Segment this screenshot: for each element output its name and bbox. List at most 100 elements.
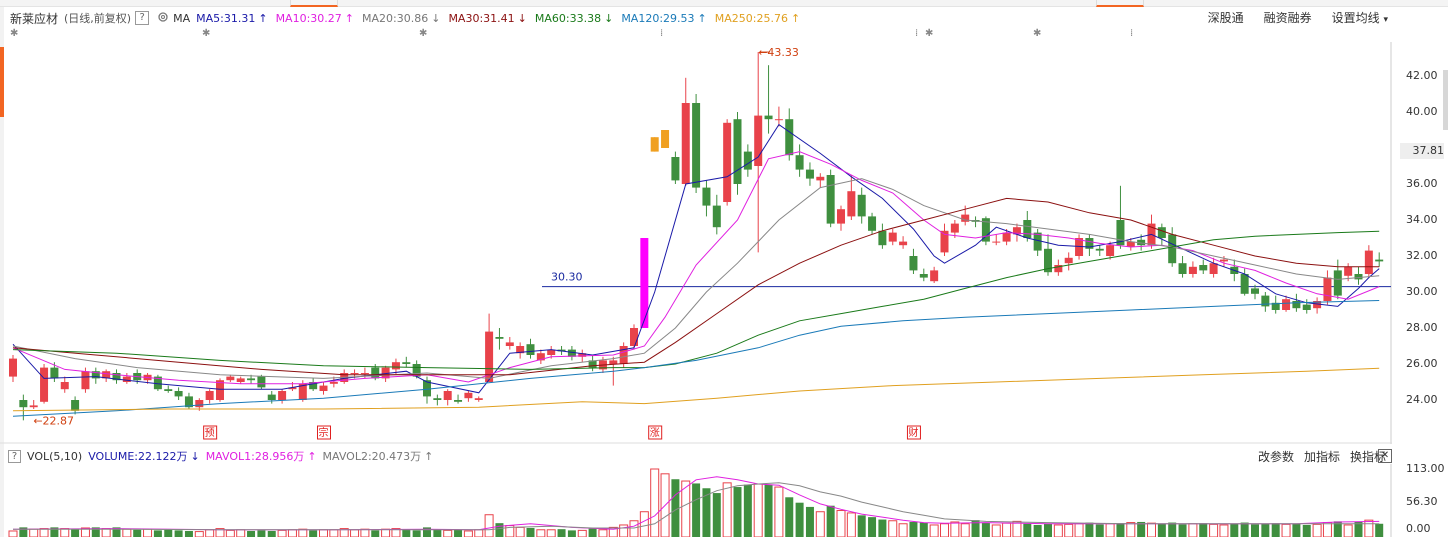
ma-line-ma20 — [12, 178, 1380, 379]
candle-body — [826, 175, 835, 224]
volume-header: ? VOL(5,10) VOLUME:22.122万 ↓ MAVOL1:28.9… — [8, 448, 433, 464]
candle-body — [1354, 274, 1363, 280]
mavol1-value: MAVOL1:28.956万 — [205, 450, 305, 463]
candle-body — [919, 274, 928, 278]
mavol2-value: MAVOL2:20.473万 — [322, 450, 422, 463]
volume-bar — [639, 511, 649, 537]
top-tab-indicator-right[interactable] — [1096, 0, 1144, 7]
candle-body — [712, 205, 721, 228]
candle-body — [888, 232, 897, 242]
candle-body — [81, 371, 90, 390]
volume-bar — [1126, 522, 1136, 537]
event-marker-1: 宗 — [319, 426, 329, 439]
candle-body — [671, 157, 680, 181]
price-axis-label: 28.00 — [1406, 321, 1438, 334]
candle-body — [278, 391, 287, 400]
candle-body — [1033, 232, 1042, 251]
candle-body — [267, 394, 276, 400]
high-price-label: ←43.33 — [758, 46, 799, 59]
event-marker-0: 预 — [205, 427, 215, 439]
add-indicator-button[interactable]: 加指标 — [1304, 448, 1340, 465]
volume-bar — [1033, 524, 1042, 537]
candlestick-chart[interactable]: 30.30 ←43.33 ←22.87 预 宗 涨 财 — [0, 42, 1392, 444]
change-params-button[interactable]: 改参数 — [1258, 448, 1294, 465]
volume-bar — [1375, 523, 1384, 537]
candle-body — [391, 362, 400, 370]
volume-bar — [546, 529, 556, 537]
stock-name: 新莱应材 — [10, 11, 59, 26]
event-dots-icon[interactable]: ⁞ — [915, 28, 918, 39]
toolbar-ma-settings[interactable]: 设置均线 ▾ — [1332, 9, 1388, 26]
event-dots-icon[interactable]: ⁞ — [660, 28, 663, 39]
volume-bar — [1240, 522, 1249, 537]
volume-bar — [1364, 519, 1374, 537]
volume-bar — [1095, 524, 1104, 537]
event-dots-icon[interactable]: ⁞ — [1130, 28, 1133, 39]
volume-bar — [836, 510, 846, 537]
volume-bar — [60, 528, 70, 537]
volume-tools: 改参数 加指标 换指标 — [1258, 448, 1386, 465]
volume-axis-label: 113.00 — [1406, 462, 1445, 475]
ma-arrow-icon: ↓ — [431, 11, 441, 25]
volume-bar — [1199, 523, 1208, 537]
volume-bar — [225, 529, 235, 537]
ma-value-6: MA250:25.76 — [714, 11, 788, 25]
volume-bar — [878, 519, 887, 537]
ma-label: MA — [173, 11, 191, 25]
candle-body — [247, 378, 256, 381]
event-star-icon[interactable]: ✱ — [925, 28, 933, 39]
candle-body — [1209, 263, 1218, 274]
volume-bar — [712, 493, 721, 537]
candle-body — [205, 391, 214, 400]
volume-bar — [722, 482, 732, 537]
candle-body — [816, 176, 825, 181]
ma-arrow-icon: ↑ — [344, 11, 354, 25]
candle-body — [640, 238, 649, 328]
volume-bar — [329, 529, 339, 537]
volume-bar — [463, 530, 473, 537]
top-tab-indicator[interactable] — [290, 0, 338, 7]
volume-help-icon[interactable]: ? — [8, 449, 21, 463]
volume-bar — [1281, 523, 1291, 537]
help-icon[interactable]: ? — [135, 11, 150, 25]
candle-body — [495, 337, 504, 339]
candle-body — [443, 391, 452, 400]
candle-body — [950, 223, 959, 233]
candle-body — [402, 362, 411, 364]
volume-bar — [815, 511, 825, 537]
candle-body — [630, 328, 638, 346]
toolbar-margin-trading[interactable]: 融资融券 — [1264, 9, 1312, 26]
volume-bar — [536, 529, 546, 537]
volume-bar — [868, 517, 877, 537]
volume-bar — [764, 484, 773, 537]
volume-chart[interactable] — [0, 464, 1392, 537]
volume-bar — [1168, 522, 1177, 537]
volume-bar — [309, 530, 318, 537]
event-star-icon[interactable]: ✱ — [1033, 28, 1041, 39]
ma-value-3: MA30:31.41 — [448, 11, 515, 25]
toolbar-shenzhen-connect[interactable]: 深股通 — [1208, 9, 1244, 26]
scrollbar[interactable] — [1443, 70, 1448, 130]
volume-bar — [495, 523, 504, 537]
candle-body — [795, 155, 804, 170]
candle-body — [774, 119, 783, 121]
candle-body — [360, 373, 369, 374]
ma-arrow-icon: ↓ — [517, 11, 527, 25]
candle-body — [847, 191, 856, 217]
volume-bar — [577, 529, 587, 537]
volume-bar — [1157, 523, 1166, 537]
volume-bar — [557, 529, 566, 537]
candle-body — [319, 385, 328, 391]
event-star-icon[interactable]: ✱ — [202, 28, 210, 39]
ma-arrow-icon: ↑ — [258, 11, 268, 25]
close-icon[interactable]: ✕ — [1378, 449, 1392, 463]
gear-icon[interactable] — [157, 11, 169, 26]
volume-bar — [588, 528, 597, 537]
event-star-icon[interactable]: ✱ — [419, 28, 427, 39]
volume-bar — [1188, 523, 1198, 537]
volume-bar — [950, 521, 960, 537]
candle-body — [29, 405, 38, 408]
volume-bar — [122, 528, 132, 537]
event-star-icon[interactable]: ✱ — [10, 28, 18, 39]
volume-bar — [981, 522, 990, 537]
